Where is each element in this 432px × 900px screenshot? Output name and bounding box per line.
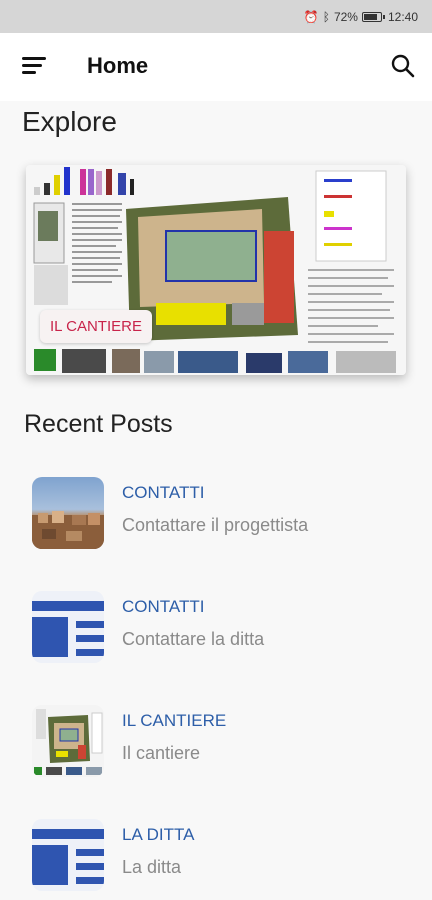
battery-icon [361, 11, 385, 22]
post-item[interactable]: IL CANTIERE Il cantiere [0, 705, 432, 801]
bluetooth-icon: ᛒ [322, 9, 330, 24]
status-time: 12:40 [387, 9, 418, 24]
post-thumbnail [32, 705, 104, 777]
alarm-icon: ⏰ [303, 9, 319, 24]
recent-posts-title: Recent Posts [24, 410, 173, 438]
hero-image [26, 165, 406, 375]
search-icon[interactable] [390, 53, 416, 79]
town-image [32, 511, 104, 549]
company-logo-icon [32, 819, 104, 891]
post-thumbnail [32, 819, 104, 891]
post-title: IL CANTIERE [122, 711, 227, 730]
explore-title: Explore [22, 106, 117, 137]
post-subtitle: Il cantiere [122, 743, 201, 763]
site-plan-image [32, 705, 104, 777]
post-thumbnail [32, 591, 104, 663]
page-title: Home [87, 53, 149, 78]
post-item[interactable]: LA DITTA La ditta [0, 819, 432, 900]
post-item[interactable]: CONTATTI Contattare il progettista [0, 477, 432, 573]
post-item[interactable]: CONTATTI Contattare la ditta [0, 591, 432, 687]
app-bar: Home [0, 33, 432, 101]
post-subtitle: La ditta [122, 857, 182, 877]
status-bar: ⏰ ᛒ 72% 12:40 [0, 0, 432, 33]
post-title: LA DITTA [122, 825, 195, 844]
post-title: CONTATTI [122, 597, 205, 616]
battery-percent: 72% [333, 9, 358, 24]
hero-label: IL CANTIERE [40, 310, 152, 343]
post-subtitle: Contattare il progettista [122, 515, 309, 535]
post-title: CONTATTI [122, 483, 205, 502]
post-subtitle: Contattare la ditta [122, 629, 265, 649]
explore-hero-card[interactable]: IL CANTIERE [26, 165, 406, 375]
company-logo-icon [32, 591, 104, 663]
menu-button[interactable] [22, 57, 48, 77]
menu-icon [22, 57, 46, 60]
post-thumbnail [32, 477, 104, 549]
